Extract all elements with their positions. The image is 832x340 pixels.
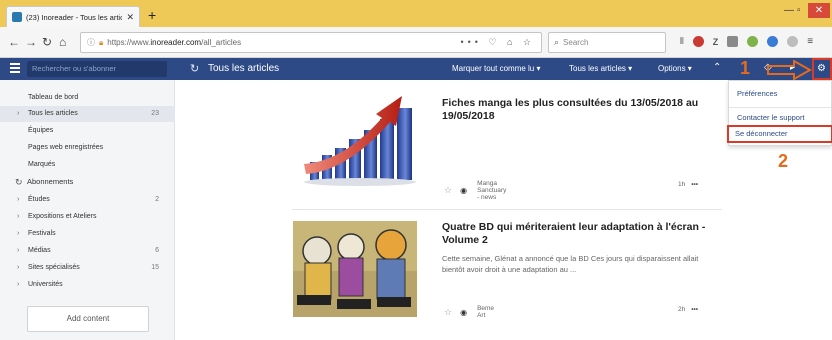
chevron-right-icon: ›	[17, 247, 20, 254]
back-arrow-icon[interactable]: ←	[8, 35, 20, 49]
more-options-icon[interactable]: •••	[691, 181, 698, 188]
folder-universites[interactable]: › Universités	[0, 277, 175, 293]
new-tab-button[interactable]: +	[148, 7, 156, 23]
lock-icon: 🔒︎	[99, 37, 104, 47]
hamburger-menu-icon[interactable]	[10, 63, 20, 73]
article-source[interactable]: Beme Art	[477, 305, 494, 319]
close-window-icon[interactable]: ✕	[808, 3, 830, 18]
article-title[interactable]: Fiches manga les plus consultées du 13/0…	[442, 97, 712, 123]
menu-item-logout[interactable]: Se déconnecter	[727, 125, 832, 143]
article-meta: ☆ ◉ Beme Art	[444, 305, 494, 319]
article-divider	[292, 209, 722, 210]
url-text: https://www.inoreader.com/all_articles	[107, 38, 242, 47]
url-bar[interactable]: ⓘ 🔒︎ https://www.inoreader.com/all_artic…	[80, 32, 542, 53]
more-options-icon[interactable]: •••	[691, 306, 698, 313]
article-title[interactable]: Quatre BD qui mériteraient leur adaptati…	[442, 221, 712, 247]
sidebar-item-starred[interactable]: Marqués	[0, 157, 175, 173]
library-icon[interactable]: ⫴	[680, 36, 684, 47]
source-icon: ◉	[460, 307, 468, 317]
source-icon: ◉	[460, 186, 468, 195]
article-source[interactable]: Manga Sanctuary - news	[477, 180, 506, 201]
page-actions-icons[interactable]: ••• ♡ ⌂ ☆	[460, 37, 535, 48]
search-icon: ⌕	[554, 37, 560, 47]
close-tab-icon[interactable]: ✕	[126, 12, 134, 23]
annotation-arrow-icon	[767, 60, 812, 80]
browser-tab-strip: (23) Inoreader - Tous les article ✕ + — …	[0, 0, 832, 27]
zotero-icon[interactable]: Z	[713, 37, 719, 47]
folder-medias[interactable]: › Médias 6	[0, 243, 175, 259]
gear-icon: ⚙	[817, 63, 826, 74]
browser-search-field[interactable]: ⌕ Search	[548, 32, 666, 53]
app-header: Rechercher ou s'abonner ↻ Tous les artic…	[0, 58, 832, 80]
site-info-icon[interactable]: ⓘ	[87, 37, 95, 48]
reload-icon[interactable]: ↻	[42, 35, 52, 49]
settings-button[interactable]: ⚙	[812, 58, 832, 80]
step-one-label: 1	[740, 58, 751, 78]
folder-etudes[interactable]: › Études 2	[0, 192, 175, 208]
star-icon[interactable]: ☆	[444, 185, 452, 196]
adblock-icon[interactable]	[692, 36, 704, 47]
feed-title: Tous les articles	[208, 63, 280, 74]
extension-gray-icon[interactable]	[787, 36, 799, 47]
options-menu[interactable]: Options ▾	[658, 64, 692, 73]
tab-title: (23) Inoreader - Tous les article	[26, 12, 123, 22]
menu-item-preferences[interactable]: Préférences	[729, 85, 831, 103]
forward-arrow-icon[interactable]: →	[25, 35, 37, 49]
sidebar-item-teams[interactable]: Équipes	[0, 123, 175, 139]
search-placeholder: Search	[563, 38, 589, 47]
all-articles-menu[interactable]: Tous les articles ▾	[569, 64, 632, 73]
inoreader-favicon-icon	[12, 12, 22, 22]
settings-dropdown: Préférences Contacter le support Se déco…	[727, 80, 832, 146]
chevron-right-icon: ›	[17, 281, 20, 288]
sidebar-item-saved-pages[interactable]: Pages web enregistrées	[0, 140, 175, 156]
folder-sites-specialises[interactable]: › Sites spécialisés 15	[0, 260, 175, 276]
minimize-window-icon[interactable]: —	[784, 5, 794, 16]
screenshot-icon[interactable]	[727, 36, 739, 47]
collapse-icon[interactable]: ⌃	[713, 62, 721, 73]
add-content-button[interactable]: Add content	[27, 306, 149, 332]
article-snippet: Cette semaine, Glénat a annoncé que la B…	[442, 254, 699, 274]
folder-festivals[interactable]: › Festivals	[0, 226, 175, 242]
chevron-right-icon: ›	[17, 196, 20, 203]
star-icon[interactable]: ☆	[444, 307, 452, 318]
article-age: 1h •••	[678, 181, 699, 188]
browser-navigation-bar: ← → ↻ ⌂ ⓘ 🔒︎ https://www.inoreader.com/a…	[0, 27, 832, 58]
refresh-subscriptions-icon: ↻	[15, 177, 23, 187]
home-icon[interactable]: ⌂	[59, 35, 66, 49]
article-thumbnail-comic-image	[293, 221, 417, 317]
article-age: 2h •••	[678, 306, 699, 313]
step-two-label: 2	[778, 151, 789, 171]
unread-count: 23	[151, 110, 159, 117]
browser-tab[interactable]: (23) Inoreader - Tous les article ✕	[6, 6, 140, 27]
article-thumbnail-chart-image	[304, 96, 416, 186]
chevron-right-icon: ›	[17, 110, 20, 117]
chevron-right-icon: ›	[17, 230, 20, 237]
browser-menu-icon[interactable]: ≡	[807, 36, 813, 47]
article-meta: ☆ ◉ Manga Sanctuary - news	[444, 180, 506, 201]
maximize-window-icon[interactable]: ▫	[797, 5, 801, 16]
app-search-input[interactable]: Rechercher ou s'abonner	[27, 61, 167, 77]
refresh-icon[interactable]: ↻	[190, 62, 199, 75]
chevron-right-icon: ›	[17, 213, 20, 220]
extension-blue-icon[interactable]	[767, 36, 779, 47]
folder-expositions[interactable]: › Expositions et Ateliers	[0, 209, 175, 225]
mark-all-read-menu[interactable]: Marquer tout comme lu ▾	[452, 64, 541, 73]
extension-toolbar: ⫴ Z ≡	[680, 36, 813, 47]
subscriptions-section-header[interactable]: ↻ Abonnements	[0, 174, 175, 190]
chevron-right-icon: ›	[17, 264, 20, 271]
sidebar: Tableau de bord › Tous les articles 23 É…	[0, 80, 175, 340]
menu-divider	[729, 107, 831, 108]
sidebar-item-all-articles[interactable]: › Tous les articles 23	[0, 106, 175, 122]
extension-green-icon[interactable]	[747, 36, 759, 47]
sidebar-item-dashboard[interactable]: Tableau de bord	[0, 90, 175, 106]
